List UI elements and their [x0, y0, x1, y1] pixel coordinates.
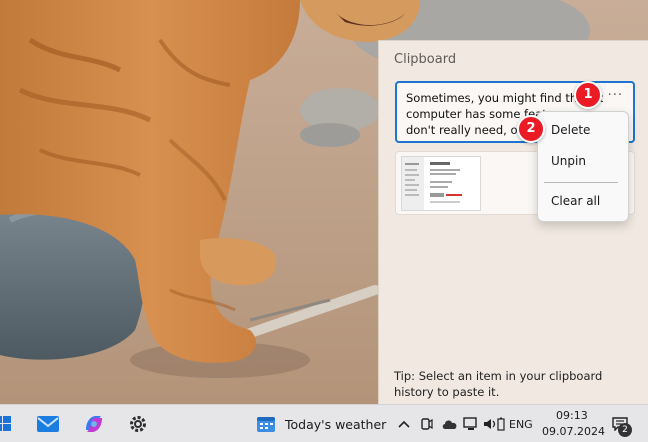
- clipboard-item-context-menu: Delete Unpin Clear all: [537, 111, 629, 222]
- menu-item-delete[interactable]: Delete: [551, 123, 590, 137]
- mail-icon[interactable]: [34, 405, 62, 442]
- menu-item-unpin[interactable]: Unpin: [551, 154, 586, 168]
- callout-badge-1: 1: [574, 81, 602, 109]
- weather-icon[interactable]: [255, 405, 277, 442]
- network-icon[interactable]: [462, 405, 480, 442]
- screenshot-thumbnail: [401, 156, 481, 211]
- see-more-button[interactable]: ···: [608, 88, 623, 104]
- clipboard-tip: Tip: Select an item in your clipboard hi…: [394, 369, 603, 399]
- weather-label[interactable]: Today's weather: [285, 417, 386, 432]
- menu-separator: [544, 182, 618, 183]
- clock-date[interactable]: 09.07.2024: [542, 425, 605, 438]
- clipboard-title: Clipboard: [394, 52, 457, 67]
- callout-badge-2: 2: [517, 115, 545, 143]
- copilot-icon[interactable]: [80, 405, 108, 442]
- battery-icon[interactable]: [494, 405, 508, 442]
- camera-icon[interactable]: [419, 405, 435, 442]
- clipboard-panel: Clipboard Sometimes, you might find that…: [378, 40, 648, 404]
- cloud-icon[interactable]: [440, 405, 460, 442]
- taskbar: Today's weather ENG 09:13 09.07.2024 2: [0, 404, 648, 442]
- clock-time[interactable]: 09:13: [556, 409, 588, 422]
- language-indicator[interactable]: ENG: [509, 418, 533, 431]
- settings-icon[interactable]: [124, 405, 152, 442]
- notification-count-badge: 2: [618, 423, 632, 437]
- menu-item-clear-all[interactable]: Clear all: [551, 194, 600, 208]
- start-icon[interactable]: [0, 405, 14, 442]
- chevron-up-icon[interactable]: [396, 405, 412, 442]
